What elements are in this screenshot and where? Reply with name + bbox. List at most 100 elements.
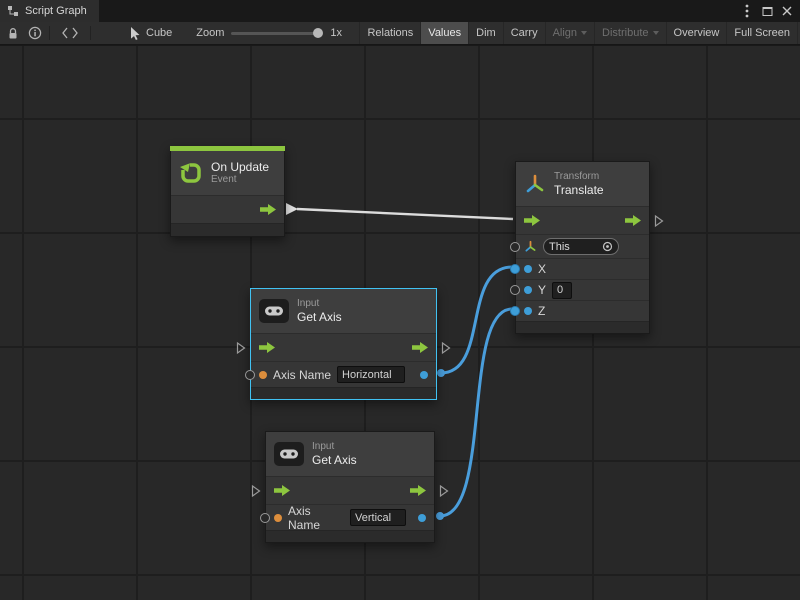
toolbar-button-overview[interactable]: Overview — [666, 22, 727, 44]
target-object-value: This — [549, 241, 570, 253]
node-header: On Update Event — [171, 151, 284, 195]
float-port-dot — [524, 265, 532, 273]
zoom-slider[interactable] — [231, 32, 319, 35]
graph-target-label: Cube — [146, 27, 172, 39]
toolbar-buttons: Relations Values Dim Carry Align Distrib… — [359, 22, 798, 44]
axis-name-row: Axis Name — [266, 504, 434, 530]
flow-row — [251, 333, 436, 361]
x-input-port[interactable] — [510, 264, 520, 274]
zoom-label: Zoom — [196, 27, 224, 39]
gamepad-icon — [274, 442, 304, 466]
string-port-dot — [274, 514, 282, 522]
loop-event-icon — [179, 161, 203, 185]
flow-input-outer-port[interactable] — [236, 341, 246, 354]
wire-control-flow — [286, 203, 298, 215]
flow-row — [516, 206, 649, 234]
axis-name-field[interactable] — [337, 366, 405, 383]
zoom-slider-handle[interactable] — [313, 28, 323, 38]
flow-output-port[interactable] — [410, 485, 426, 496]
axis-name-label: Axis Name — [288, 504, 344, 532]
toolbar-separator — [90, 26, 91, 40]
lock-icon[interactable] — [2, 22, 24, 44]
graph-target-selector[interactable]: Cube — [122, 27, 180, 40]
node-category: Input — [312, 441, 357, 453]
node-header: Input Get Axis — [266, 432, 434, 476]
flow-input-outer-port[interactable] — [251, 484, 261, 497]
wire-control-flow — [297, 209, 513, 219]
axis-name-label: Axis Name — [273, 368, 331, 382]
zoom-control: Zoom 1x — [196, 27, 342, 39]
port-row-z: Z — [516, 300, 649, 321]
toolbar-button-values[interactable]: Values — [420, 22, 468, 44]
flow-output-outer-port[interactable] — [441, 341, 451, 354]
flow-output-port[interactable] — [260, 204, 276, 215]
y-input-port[interactable] — [510, 285, 520, 295]
flow-output-outer-port[interactable] — [439, 484, 449, 497]
target-input-port[interactable] — [510, 242, 520, 252]
node-footer — [251, 387, 436, 399]
chevron-down-icon — [653, 31, 659, 35]
node-footer — [516, 321, 649, 333]
code-icon[interactable] — [53, 22, 87, 44]
port-row-y: Y — [516, 279, 649, 300]
toolbar-button-align[interactable]: Align — [545, 22, 594, 44]
axis-name-input-port[interactable] — [245, 370, 255, 380]
float-port-dot — [524, 286, 532, 294]
node-footer — [171, 223, 284, 236]
axis-name-field[interactable] — [350, 509, 406, 526]
port-row-x: X — [516, 258, 649, 279]
tab-script-graph[interactable]: Script Graph — [0, 0, 99, 22]
info-icon[interactable] — [24, 22, 46, 44]
tab-title: Script Graph — [25, 5, 87, 17]
node-title: Get Axis — [312, 453, 357, 467]
toolbar-button-distribute[interactable]: Distribute — [594, 22, 665, 44]
wire-endpoint-dot — [437, 369, 445, 377]
flow-input-port[interactable] — [274, 485, 290, 496]
float-output-dot[interactable] — [420, 371, 428, 379]
node-subtitle: Event — [211, 174, 269, 186]
close-icon[interactable] — [778, 2, 796, 20]
flow-row — [171, 195, 284, 223]
kebab-menu-icon[interactable] — [738, 2, 756, 20]
node-get-axis-horizontal[interactable]: Input Get Axis — [250, 288, 437, 400]
window-controls — [738, 0, 800, 22]
node-translate[interactable]: Transform Translate — [515, 161, 650, 334]
node-title: Get Axis — [297, 310, 342, 324]
node-header: Transform Translate — [516, 162, 649, 206]
node-get-axis-vertical[interactable]: Input Get Axis — [265, 431, 435, 543]
transform-axes-icon — [524, 173, 546, 195]
node-title: Translate — [554, 183, 604, 197]
node-on-update[interactable]: On Update Event — [170, 146, 285, 237]
y-value-field[interactable] — [552, 282, 572, 299]
script-graph-window: Script Graph — [0, 0, 800, 600]
string-port-dot — [259, 371, 267, 379]
node-footer — [266, 530, 434, 542]
target-row: This — [516, 234, 649, 258]
target-object-field[interactable]: This — [543, 238, 619, 255]
flow-output-port[interactable] — [412, 342, 428, 353]
float-output-dot[interactable] — [418, 514, 426, 522]
cursor-icon — [130, 27, 141, 40]
flow-input-port[interactable] — [259, 342, 275, 353]
graph-icon — [7, 5, 19, 17]
toolbar-button-relations[interactable]: Relations — [359, 22, 420, 44]
port-label-x: X — [538, 262, 546, 276]
graph-canvas[interactable]: On Update Event — [0, 46, 800, 600]
toolbar-button-carry[interactable]: Carry — [503, 22, 545, 44]
target-icon — [602, 241, 613, 252]
toolbar-button-dim[interactable]: Dim — [468, 22, 503, 44]
node-category: Input — [297, 298, 342, 310]
flow-output-outer-port[interactable] — [654, 214, 664, 227]
toolbar-button-fullscreen[interactable]: Full Screen — [726, 22, 798, 44]
maximize-icon[interactable] — [758, 2, 776, 20]
axis-name-row: Axis Name — [251, 361, 436, 387]
toolbar-button-label: Align — [553, 27, 577, 39]
float-port-dot — [524, 307, 532, 315]
axis-name-input-port[interactable] — [260, 513, 270, 523]
flow-output-port[interactable] — [625, 215, 641, 226]
flow-input-port[interactable] — [524, 215, 540, 226]
node-header: Input Get Axis — [251, 289, 436, 333]
flow-row — [266, 476, 434, 504]
toolbar-separator — [49, 26, 50, 40]
z-input-port[interactable] — [510, 306, 520, 316]
